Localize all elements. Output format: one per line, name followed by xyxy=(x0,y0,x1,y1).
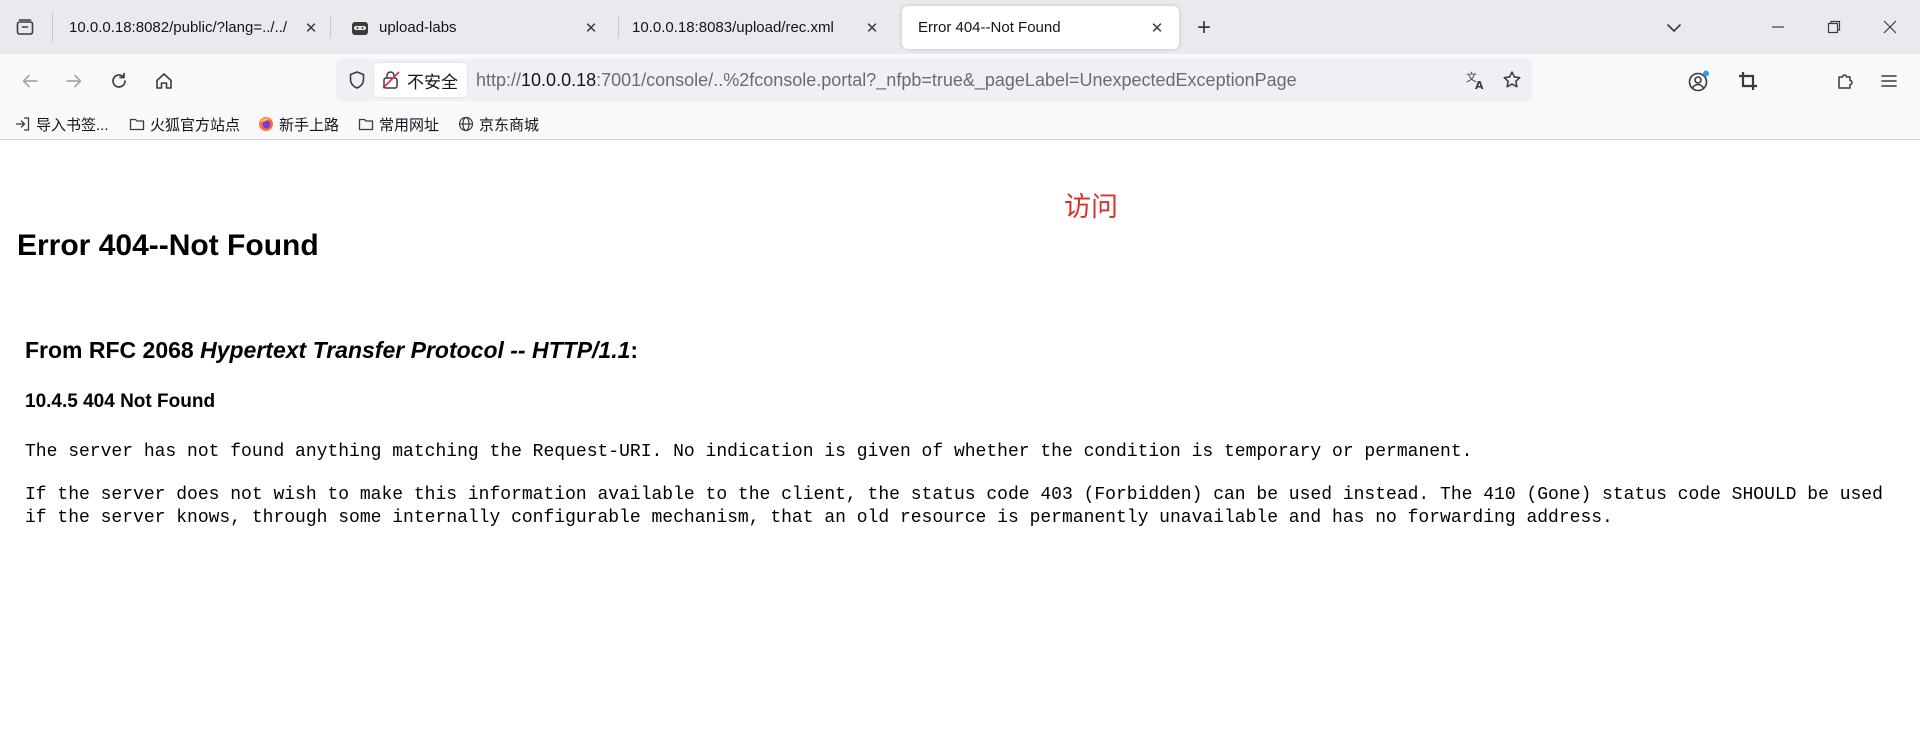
rfc-prefix: From RFC 2068 xyxy=(25,337,201,363)
back-arrow-icon[interactable] xyxy=(11,62,49,100)
bookmark-jd[interactable]: 京东商城 xyxy=(457,112,539,136)
tab-title: 10.0.0.18:8083/upload/rec.xml xyxy=(632,19,834,36)
tab-close-icon[interactable]: ✕ xyxy=(862,18,882,38)
globe-icon xyxy=(457,115,475,133)
rfc-heading: From RFC 2068 Hypertext Transfer Protoco… xyxy=(25,337,638,364)
section-heading: 10.4.5 404 Not Found xyxy=(25,391,216,412)
insecure-lock-icon xyxy=(382,70,400,90)
new-tab-icon[interactable]: + xyxy=(1186,10,1222,46)
bookmark-common-sites[interactable]: 常用网址 xyxy=(357,112,439,136)
restore-icon[interactable] xyxy=(1806,0,1862,54)
tab-close-icon[interactable]: ✕ xyxy=(301,18,321,38)
tab-3[interactable]: 10.0.0.18:8083/upload/rec.xml ✕ xyxy=(616,6,894,49)
navigation-toolbar: 不安全 http://10.0.0.18:7001/console/..%2fc… xyxy=(0,54,1920,108)
hamburger-menu-icon[interactable] xyxy=(1870,62,1908,100)
tab-separator xyxy=(330,16,331,38)
tab-title: Error 404--Not Found xyxy=(918,19,1061,36)
paragraph-2: If the server does not wish to make this… xyxy=(25,485,1883,528)
address-bar[interactable]: 不安全 http://10.0.0.18:7001/console/..%2fc… xyxy=(336,59,1532,101)
bookmark-label: 火狐官方站点 xyxy=(150,116,241,134)
tab-title: upload-labs xyxy=(379,19,457,36)
bookmark-import[interactable]: 导入书签... xyxy=(14,112,109,136)
url-text[interactable]: http://10.0.0.18:7001/console/..%2fconso… xyxy=(476,59,1297,101)
reload-icon[interactable] xyxy=(100,62,138,100)
bookmark-firefox-site[interactable]: 火狐官方站点 xyxy=(128,112,240,136)
url-scheme: http:// xyxy=(476,70,522,90)
folder-icon xyxy=(357,115,375,133)
paragraph-1: The server has not found anything matchi… xyxy=(25,442,1473,462)
bookmark-label: 新手上路 xyxy=(279,116,340,134)
tab-close-icon[interactable]: ✕ xyxy=(581,18,601,38)
close-window-icon[interactable] xyxy=(1862,0,1918,54)
import-icon xyxy=(14,115,32,133)
tab-strip: 10.0.0.18:8082/public/?lang=../../ ✕ upl… xyxy=(0,0,1920,54)
account-icon[interactable] xyxy=(1680,62,1718,100)
forward-arrow-icon[interactable] xyxy=(55,62,93,100)
translate-icon[interactable]: 文A xyxy=(1461,65,1491,95)
crop-screenshot-icon[interactable] xyxy=(1729,62,1767,100)
extensions-puzzle-icon[interactable] xyxy=(1826,62,1864,100)
minimize-icon[interactable] xyxy=(1750,0,1806,54)
security-label: 不安全 xyxy=(407,72,458,92)
chevron-down-icon[interactable] xyxy=(1656,10,1692,46)
ninja-icon xyxy=(351,19,369,37)
bookmark-star-icon[interactable] xyxy=(1497,65,1527,95)
home-icon[interactable] xyxy=(145,62,183,100)
connection-not-secure-badge[interactable]: 不安全 xyxy=(374,63,467,97)
firefox-icon xyxy=(257,115,275,133)
svg-text:A: A xyxy=(1475,79,1484,91)
tab-manager-icon[interactable] xyxy=(7,9,43,45)
tab-1[interactable]: 10.0.0.18:8082/public/?lang=../../ ✕ xyxy=(53,6,325,49)
page-title: Error 404--Not Found xyxy=(17,229,319,262)
bookmark-label: 常用网址 xyxy=(379,116,440,134)
bookmarks-toolbar: 导入书签... 火狐官方站点 新手上路 常用网址 京东商城 xyxy=(0,108,1920,140)
bookmark-getting-started[interactable]: 新手上路 xyxy=(257,112,339,136)
bookmark-label: 京东商城 xyxy=(479,116,540,134)
bookmark-label: 导入书签... xyxy=(36,116,109,134)
rfc-title: Hypertext Transfer Protocol -- HTTP/1.1 xyxy=(200,337,631,363)
page-content: 访问 Error 404--Not Found From RFC 2068 Hy… xyxy=(0,141,1920,731)
tracking-protection-shield-icon[interactable] xyxy=(342,65,372,95)
tab-title: 10.0.0.18:8082/public/?lang=../../ xyxy=(69,19,288,36)
annotation-label: 访问 xyxy=(1064,192,1118,223)
tab-close-icon[interactable]: ✕ xyxy=(1147,18,1167,38)
tab-4-active[interactable]: Error 404--Not Found ✕ xyxy=(902,6,1179,49)
url-path: :7001/console/..%2fconsole.portal?_nfpb=… xyxy=(596,70,1297,90)
url-host: 10.0.0.18 xyxy=(521,70,597,90)
folder-icon xyxy=(128,115,146,133)
rfc-suffix: : xyxy=(630,337,639,363)
tab-2[interactable]: upload-labs ✕ xyxy=(335,6,613,49)
